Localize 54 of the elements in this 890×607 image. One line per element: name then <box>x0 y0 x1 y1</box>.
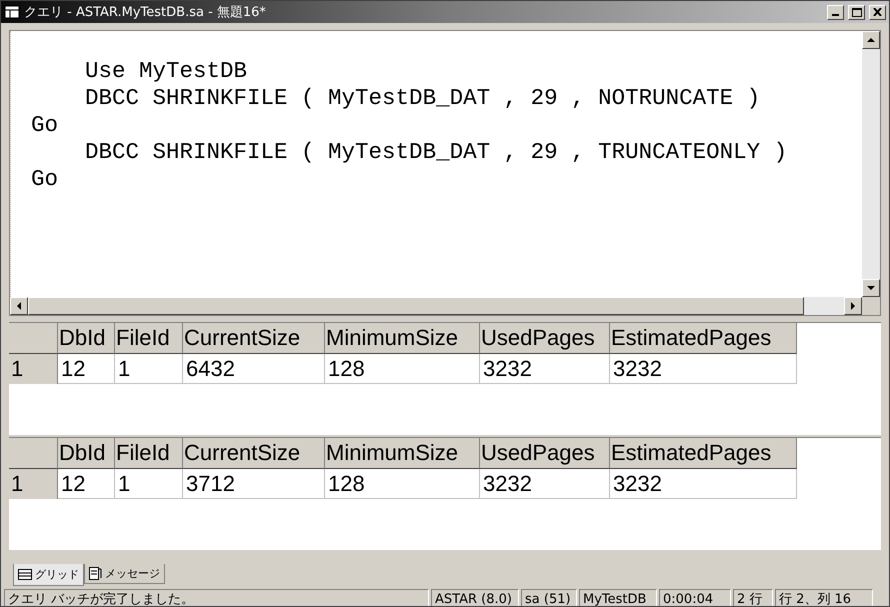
scrollbar-thumb[interactable] <box>28 297 804 315</box>
column-header[interactable]: EstimatedPages <box>610 323 797 354</box>
result-tab[interactable]: グリッド <box>13 564 84 586</box>
scroll-right-button[interactable] <box>844 297 862 315</box>
status-panel: クエリ バッチが完了しました。 <box>4 589 429 606</box>
table-cell: 12 <box>58 469 115 499</box>
table-cell: 3232 <box>480 469 610 499</box>
column-header[interactable]: UsedPages <box>480 438 610 469</box>
status-panel: MyTestDB <box>579 589 657 606</box>
close-icon <box>873 8 882 16</box>
arrow-icon <box>849 302 857 310</box>
table-cell: 128 <box>325 354 480 384</box>
arrow-icon <box>867 284 875 292</box>
result-tab[interactable]: メッセージ <box>84 564 165 584</box>
minimize-button[interactable] <box>827 4 844 20</box>
column-header[interactable]: DbId <box>58 323 115 354</box>
row-header[interactable]: 1 <box>9 354 58 384</box>
scrollbar-corner <box>862 297 880 315</box>
status-panel: ASTAR (8.0) <box>431 589 519 606</box>
table-cell: 3232 <box>480 354 610 384</box>
column-header[interactable]: CurrentSize <box>183 323 325 354</box>
scroll-down-button[interactable] <box>862 279 880 297</box>
maximize-icon <box>852 8 862 16</box>
table-cell: 128 <box>325 469 480 499</box>
row-header[interactable]: 1 <box>9 469 58 499</box>
arrow-icon <box>867 36 875 44</box>
close-button[interactable] <box>869 4 886 20</box>
column-header[interactable]: DbId <box>58 438 115 469</box>
table-cell: 3712 <box>183 469 325 499</box>
maximize-button[interactable] <box>848 4 865 20</box>
table-cell: 3232 <box>610 354 797 384</box>
column-header[interactable]: MinimumSize <box>325 323 480 354</box>
column-header[interactable]: CurrentSize <box>183 438 325 469</box>
scroll-left-button[interactable] <box>10 297 28 315</box>
window-icon <box>4 5 20 19</box>
column-header[interactable]: EstimatedPages <box>610 438 797 469</box>
column-header[interactable]: UsedPages <box>480 323 610 354</box>
scroll-up-button[interactable] <box>862 31 880 49</box>
arrow-icon <box>15 302 23 310</box>
status-panel: 2 行 <box>733 589 773 606</box>
document-icon <box>89 567 102 580</box>
table-cell: 1 <box>115 354 183 384</box>
status-panel: 0:00:04 <box>659 589 731 606</box>
column-header[interactable]: FileId <box>115 438 183 469</box>
table-cell: 6432 <box>183 354 325 384</box>
grid-icon <box>18 569 32 580</box>
table-cell: 12 <box>58 354 115 384</box>
status-panel: sa (51) <box>521 589 577 606</box>
column-header[interactable]: MinimumSize <box>325 438 480 469</box>
window-title: クエリ - ASTAR.MyTestDB.sa - 無題16* <box>24 4 267 21</box>
table-cell: 3232 <box>610 469 797 499</box>
table-cell: 1 <box>115 469 183 499</box>
status-panel: 行 2、列 16 <box>775 589 873 606</box>
column-header[interactable]: FileId <box>115 323 183 354</box>
